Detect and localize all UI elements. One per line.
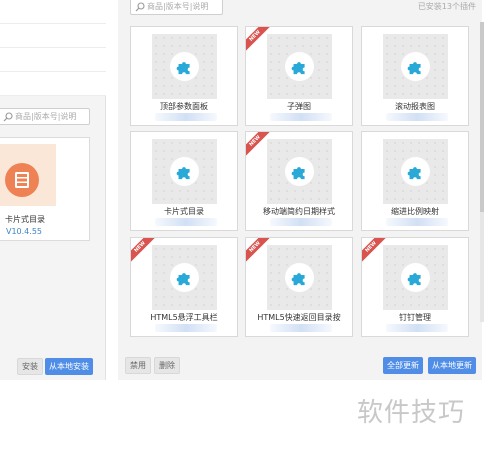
plugin-thumbnail	[267, 139, 332, 204]
puzzle-icon	[291, 62, 305, 75]
icon-circle	[285, 52, 314, 81]
plugin-name: 顶部参数面板	[160, 102, 208, 111]
plugin-card[interactable]: 缩进比例映射	[361, 131, 469, 231]
puzzle-icon	[407, 273, 421, 286]
plugin-version: V10.4.55	[5, 227, 42, 236]
plugin-subtext	[386, 113, 448, 121]
plugin-thumbnail	[152, 34, 217, 99]
plugin-thumbnail	[152, 139, 217, 204]
plugin-subtext	[270, 113, 332, 121]
puzzle-icon	[176, 167, 190, 180]
plugin-thumbnail	[383, 245, 448, 310]
plugin-thumbnail	[383, 139, 448, 204]
right-search-input[interactable]	[147, 2, 222, 11]
disable-button[interactable]: 禁用	[125, 357, 151, 374]
plugin-name: 子弹图	[287, 102, 311, 111]
plugin-card[interactable]: 子弹图 NEW	[245, 26, 353, 126]
puzzle-icon	[176, 62, 190, 75]
icon-circle	[170, 157, 199, 186]
search-icon	[3, 111, 13, 121]
plugin-subtext	[155, 324, 217, 332]
plugin-name: 钉钉管理	[399, 313, 431, 322]
card-catalog-icon	[5, 163, 39, 197]
delete-button[interactable]: 删除	[154, 357, 180, 374]
icon-circle	[401, 263, 430, 292]
plugin-name: 卡片式目录	[164, 207, 204, 216]
new-badge-label: NEW	[362, 238, 391, 267]
list-item[interactable]	[0, 72, 106, 96]
puzzle-icon	[407, 62, 421, 75]
plugin-subtext	[155, 113, 217, 121]
plugin-subtext	[270, 218, 332, 226]
plugin-subtext	[386, 324, 448, 332]
plugin-thumbnail	[383, 34, 448, 99]
right-panel: 已安装13个插件 顶部参数面板 子弹图 NEW 滚动报表图卡片式目录 移动端简约日期样式…	[118, 0, 484, 380]
new-badge-label: NEW	[131, 238, 160, 267]
installed-count: 已安装13个插件	[417, 2, 476, 11]
new-badge: NEW	[246, 27, 276, 57]
puzzle-icon	[176, 273, 190, 286]
new-badge-label: NEW	[246, 238, 275, 267]
left-action-bar: 安装 从本地安装	[0, 356, 106, 376]
puzzle-icon	[407, 167, 421, 180]
install-button[interactable]: 安装	[17, 358, 43, 375]
scrollbar[interactable]	[480, 22, 484, 322]
update-local-button[interactable]: 从本地更新	[428, 357, 476, 374]
plugin-card[interactable]: 顶部参数面板	[130, 26, 238, 126]
puzzle-icon	[291, 273, 305, 286]
plugin-name: 缩进比例映射	[391, 207, 439, 216]
plugin-card[interactable]: 移动端简约日期样式 NEW	[245, 131, 353, 231]
search-icon	[135, 1, 145, 11]
new-badge-label: NEW	[246, 27, 275, 56]
new-badge: NEW	[362, 238, 392, 268]
icon-circle	[170, 263, 199, 292]
plugin-subtext	[270, 324, 332, 332]
plugin-name: 卡片式目录	[5, 215, 45, 224]
plugin-card[interactable]: HTML5快速返回目录按 NEW	[245, 237, 353, 337]
puzzle-icon	[291, 167, 305, 180]
plugin-name: 移动端简约日期样式	[263, 207, 335, 216]
icon-circle	[285, 263, 314, 292]
left-search-box[interactable]	[0, 108, 90, 125]
plugin-thumbnail	[0, 144, 56, 206]
right-search-box[interactable]	[130, 0, 223, 15]
new-badge: NEW	[131, 238, 161, 268]
left-panel: 卡片式目录 V10.4.55 安装 从本地安装	[0, 0, 106, 380]
icon-circle	[170, 52, 199, 81]
plugin-name: HTML5快速返回目录按	[257, 313, 341, 322]
plugin-name: HTML5悬浮工具栏	[150, 313, 218, 322]
plugin-card[interactable]: 卡片式目录 V10.4.55	[0, 137, 90, 241]
plugin-card[interactable]: 卡片式目录	[130, 131, 238, 231]
list-item[interactable]	[0, 24, 106, 48]
plugin-subtext	[155, 218, 217, 226]
icon-circle	[401, 157, 430, 186]
left-list	[0, 0, 106, 96]
plugin-thumbnail	[152, 245, 217, 310]
icon-circle	[401, 52, 430, 81]
list-item[interactable]	[0, 0, 106, 24]
plugin-card[interactable]: 滚动报表图	[361, 26, 469, 126]
new-badge-label: NEW	[246, 132, 275, 161]
plugin-thumbnail	[267, 34, 332, 99]
scrollbar-thumb[interactable]	[480, 22, 484, 212]
plugin-thumbnail	[267, 245, 332, 310]
plugin-card[interactable]: HTML5悬浮工具栏 NEW	[130, 237, 238, 337]
plugin-card[interactable]: 钉钉管理 NEW	[361, 237, 469, 337]
update-all-button[interactable]: 全部更新	[383, 357, 423, 374]
new-badge: NEW	[246, 132, 276, 162]
left-search-input[interactable]	[15, 112, 89, 121]
list-item[interactable]	[0, 48, 106, 72]
plugin-name: 滚动报表图	[395, 102, 435, 111]
watermark: 软件技巧	[357, 398, 466, 428]
new-badge: NEW	[246, 238, 276, 268]
install-local-button[interactable]: 从本地安装	[45, 358, 93, 375]
icon-circle	[285, 157, 314, 186]
plugin-subtext	[386, 218, 448, 226]
